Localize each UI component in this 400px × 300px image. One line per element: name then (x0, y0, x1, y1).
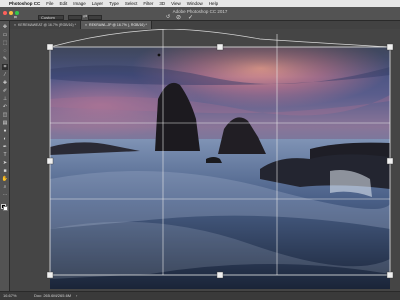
blur-tool-icon[interactable]: ● (2, 128, 8, 134)
menu-view[interactable]: View (171, 1, 181, 6)
document-tab[interactable]: × KEREMAWEAT @ 16.7% (RGB/16) * (10, 21, 81, 29)
crop-tool-preset-icon[interactable]: ⌗ (14, 15, 22, 21)
menu-layer[interactable]: Layer (92, 1, 103, 6)
status-bar: 16.67% Doc: 265.6M/265.6M › (0, 291, 400, 300)
healing-tool-icon[interactable]: ✚ (2, 80, 8, 86)
cursor-marker (157, 53, 161, 57)
image-content (50, 47, 390, 289)
menu-select[interactable]: Select (125, 1, 138, 6)
brush-tool-icon[interactable]: ✐ (2, 88, 8, 94)
crop-handle-bottom (216, 271, 224, 279)
canvas-area[interactable] (10, 29, 400, 291)
menu-bar: Photoshop CC File Edit Image Layer Type … (0, 0, 400, 7)
type-tool-icon[interactable]: T (2, 152, 8, 158)
path-select-tool-icon[interactable]: ➤ (2, 160, 8, 166)
menu-window[interactable]: Window (187, 1, 203, 6)
history-brush-tool-icon[interactable]: ↶ (2, 104, 8, 110)
crop-handle-left (46, 157, 54, 165)
dodge-tool-icon[interactable]: ◐ (2, 136, 8, 142)
pen-tool-icon[interactable]: ✒ (2, 144, 8, 150)
lasso-tool-icon[interactable]: ◌ (2, 48, 8, 54)
move-tool-icon[interactable]: ✥ (2, 24, 8, 30)
cancel-crop-icon[interactable]: ⊘ (176, 14, 181, 21)
menu-type[interactable]: Type (109, 1, 119, 6)
crop-handle-bottom-right (386, 271, 394, 279)
options-bar: Adobe Photoshop CC 2017 ⌗ Custom ⇄ ↺ ⊘ ✓ (0, 7, 400, 21)
close-tab-icon[interactable]: × (14, 23, 16, 27)
window-title: Adobe Photoshop CC 2017 (172, 9, 228, 14)
commit-crop-icon[interactable]: ✓ (188, 14, 193, 21)
eyedropper-tool-icon[interactable]: ⁄ (2, 72, 8, 78)
status-menu-arrow-icon[interactable]: › (76, 292, 77, 300)
swap-dimensions-icon[interactable]: ⇄ (83, 14, 87, 20)
more-tools-icon[interactable]: ⋯ (2, 192, 8, 198)
menu-file[interactable]: File (46, 1, 53, 6)
hand-tool-icon[interactable]: ✋ (2, 176, 8, 182)
clone-stamp-tool-icon[interactable]: ⊥ (2, 96, 8, 102)
document-info: Doc: 265.6M/265.6M (34, 293, 72, 298)
gradient-tool-icon[interactable]: ▤ (2, 120, 8, 126)
zoom-tool-icon[interactable]: ⌕ (2, 184, 8, 190)
menu-edit[interactable]: Edit (60, 1, 68, 6)
artboard-tool-icon[interactable]: ▭ (2, 32, 8, 38)
crop-handle-bottom-left (46, 271, 54, 279)
tools-panel: ✥ ▭ ⬚ ◌ ✎ ⌗ ⁄ ✚ ✐ ⊥ ↶ ◫ ▤ ● ◐ ✒ T ➤ ■ ✋ … (0, 21, 10, 291)
menu-filter[interactable]: Filter (143, 1, 153, 6)
crop-width-input[interactable] (68, 15, 82, 20)
document-tab-active[interactable]: × REKRAWL-JP @ 16.7% (, RGB/16) * (81, 21, 152, 29)
zoom-level[interactable]: 16.67% (3, 292, 17, 300)
seascape-photo (10, 29, 400, 291)
eraser-tool-icon[interactable]: ◫ (2, 112, 8, 118)
tab-label: REKRAWL-JP @ 16.7% (, RGB/16) * (89, 23, 147, 27)
menu-app-name[interactable]: Photoshop CC (9, 1, 40, 6)
crop-ratio-select[interactable]: Custom (38, 15, 64, 20)
menu-3d[interactable]: 3D (159, 1, 165, 6)
menu-image[interactable]: Image (73, 1, 86, 6)
crop-handle-top-right (386, 43, 394, 51)
crop-tool-icon[interactable]: ⌗ (2, 64, 8, 70)
reset-crop-icon[interactable]: ↺ (166, 14, 170, 20)
crop-handle-top (216, 43, 224, 51)
document-tabs: × KEREMAWEAT @ 16.7% (RGB/16) * × REKRAWL-… (10, 21, 400, 29)
crop-handle-right (386, 157, 394, 165)
tab-label: KEREMAWEAT @ 16.7% (RGB/16) * (18, 23, 76, 27)
marquee-tool-icon[interactable]: ⬚ (2, 40, 8, 46)
crop-height-input[interactable] (88, 15, 102, 20)
shape-tool-icon[interactable]: ■ (2, 168, 8, 174)
close-tab-icon[interactable]: × (85, 23, 87, 27)
menu-help[interactable]: Help (209, 1, 218, 6)
crop-handle-top-left (46, 43, 54, 51)
quick-select-tool-icon[interactable]: ✎ (2, 56, 8, 62)
background-color-swatch[interactable] (3, 206, 8, 211)
